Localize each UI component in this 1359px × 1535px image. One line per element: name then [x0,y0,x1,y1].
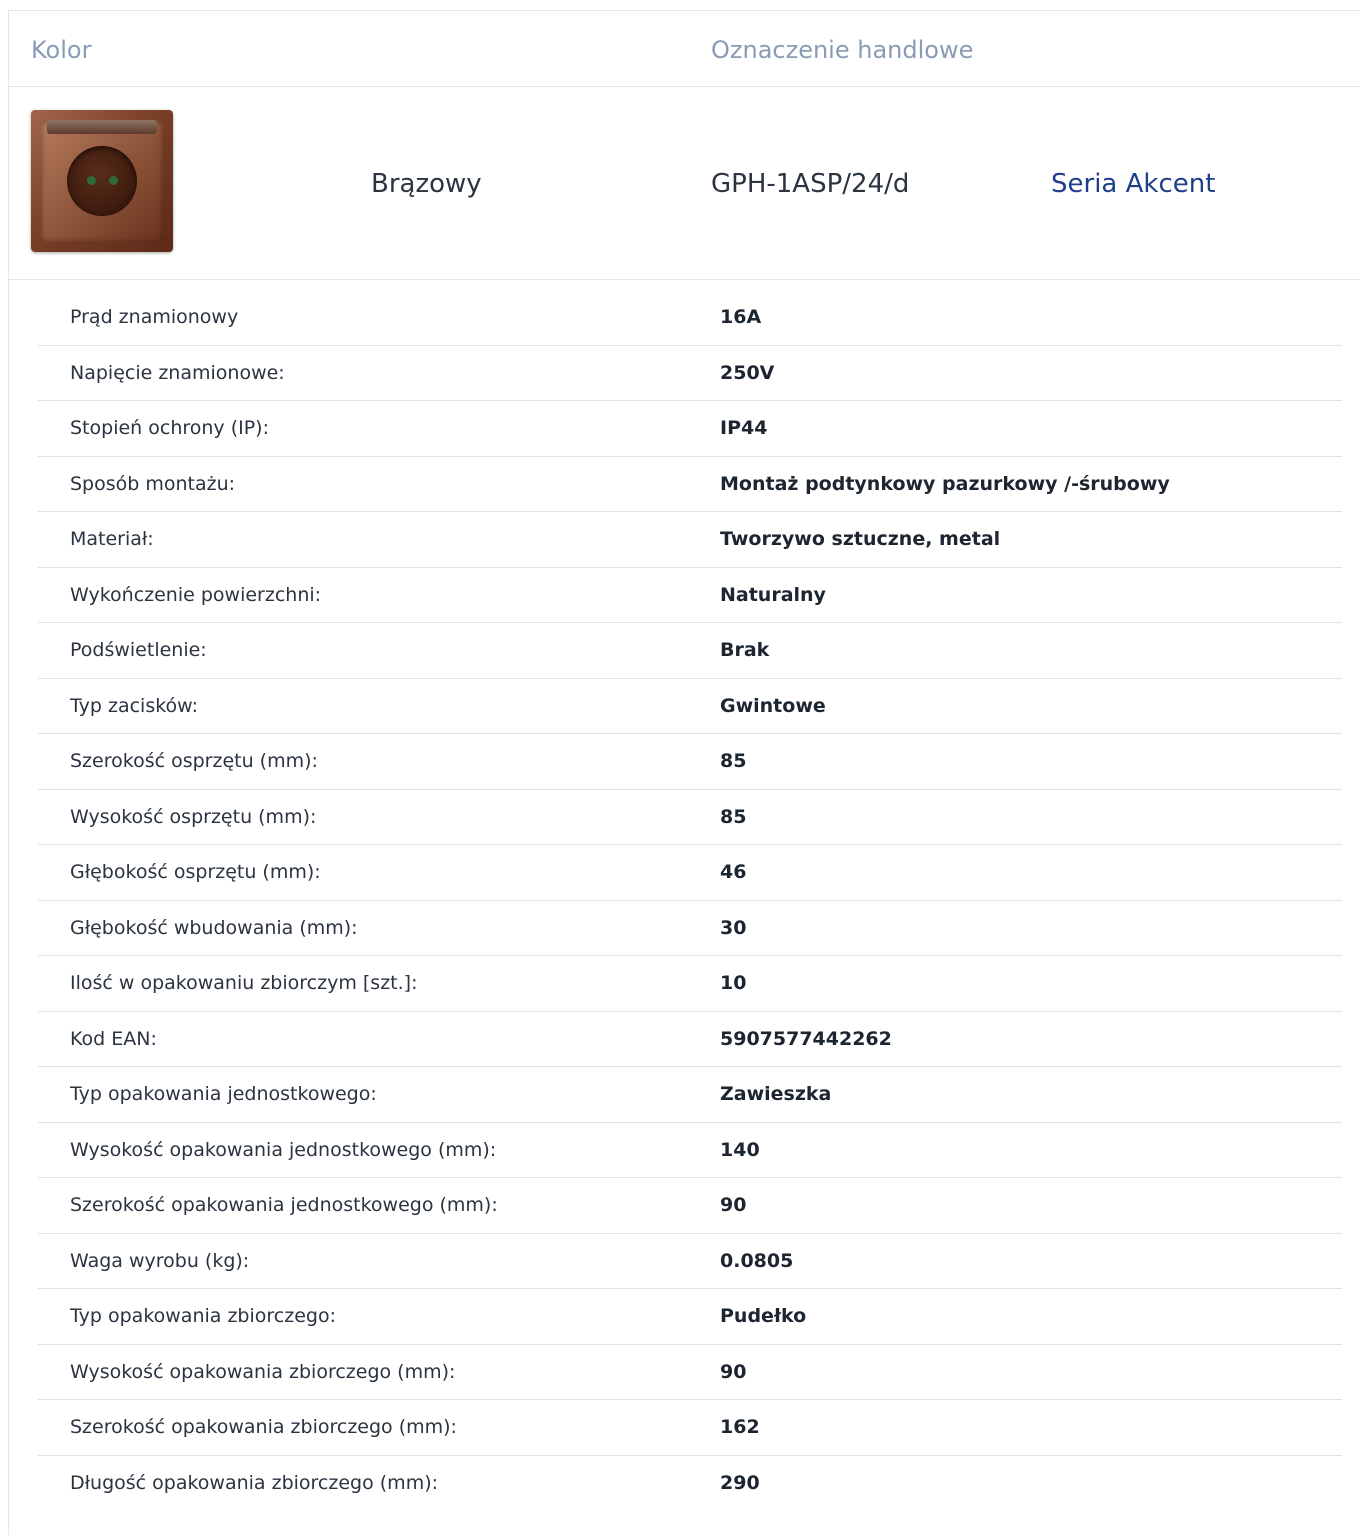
spec-row: Sposób montażu: Montaż podtynkowy pazurko… [38,457,1342,512]
spec-label: Prąd znamionowy [70,306,239,328]
spec-label: Szerokość opakowania jednostkowego (mm): [70,1194,498,1216]
spec-row: Szerokość osprzętu (mm): 85 [38,734,1342,790]
spec-value: Montaż podtynkowy pazurkowy /-śrubowy [720,472,1170,495]
spec-label: Typ opakowania jednostkowego: [70,1083,377,1105]
spec-row: Prąd znamionowy 16A [38,290,1342,346]
spec-label: Materiał: [70,528,154,550]
spec-label: Długość opakowania zbiorczego (mm): [70,1471,439,1494]
socket-recess [67,146,137,216]
spec-row: Napięcie znamionowe: 250V [38,346,1342,401]
spec-row: Wysokość opakowania zbiorczego (mm): 90 [38,1345,1342,1400]
spec-value: Gwintowe [720,694,826,717]
spec-label: Typ opakowania zbiorczego: [70,1305,336,1327]
table-header: Kolor Oznaczenie handlowe [9,11,1359,87]
spec-row: Wykończenie powierzchni: Naturalny [38,568,1342,623]
spec-label: Typ zacisków: [70,694,199,717]
spec-label: Waga wyrobu (kg): [70,1249,250,1272]
spec-label: Głębokość wbudowania (mm): [70,916,358,939]
spec-label: Głębokość osprzętu (mm): [70,861,321,883]
spec-label: Wysokość osprzętu (mm): [70,805,317,828]
spec-label: Szerokość opakowania zbiorczego (mm): [70,1416,457,1438]
spec-row: Głębokość wbudowania (mm): 30 [38,901,1342,956]
spec-value: 290 [720,1471,760,1494]
spec-row: Kod EAN: 5907577442262 [38,1012,1342,1067]
spec-row: Szerokość opakowania zbiorczego (mm): 162 [38,1400,1342,1456]
designation-column-header: Oznaczenie handlowe [711,36,974,64]
socket-pin-left [87,176,96,185]
product-row: Brązowy GPH-1ASP/24/d Seria Akcent [9,86,1359,280]
spec-row: Długość opakowania zbiorczego (mm): 290 [38,1456,1342,1512]
spec-label: Kod EAN: [70,1027,157,1050]
spec-label: Podświetlenie: [70,639,207,661]
spec-label: Sposób montażu: [70,472,236,495]
spec-value: 5907577442262 [720,1027,892,1050]
spec-value: 0.0805 [720,1249,794,1272]
spec-row: Podświetlenie: Brak [38,623,1342,679]
spec-row: Głębokość osprzętu (mm): 46 [38,845,1342,901]
spec-row: Typ opakowania zbiorczego: Pudełko [38,1289,1342,1345]
spec-row: Ilość w opakowaniu zbiorczym [szt.]: 10 [38,956,1342,1012]
spec-value: 10 [720,972,747,994]
spec-row: Wysokość osprzętu (mm): 85 [38,790,1342,845]
socket-pin-right [109,176,118,185]
spec-value: 16A [720,306,762,328]
product-thumbnail-image [31,110,173,252]
spec-value: 30 [720,916,747,939]
spec-label: Szerokość osprzętu (mm): [70,750,318,772]
spec-row: Wysokość opakowania jednostkowego (mm): 1… [38,1123,1342,1178]
spec-row: Typ opakowania jednostkowego: Zawieszka [38,1067,1342,1123]
spec-value: 90 [720,1194,747,1216]
spec-value: Pudełko [720,1305,807,1327]
spec-value: 85 [720,805,747,828]
spec-row: Typ zacisków: Gwintowe [38,679,1342,734]
spec-row: Waga wyrobu (kg): 0.0805 [38,1234,1342,1289]
spec-value: 250V [720,361,775,384]
spec-row: Stopień ochrony (IP): IP44 [38,401,1342,457]
series-link[interactable]: Seria Akcent [1051,169,1215,199]
spec-label: Stopień ochrony (IP): [70,417,269,439]
spec-value: 90 [720,1360,747,1383]
spec-row: Szerokość opakowania jednostkowego (mm):… [38,1178,1342,1234]
spec-value: 140 [720,1138,760,1161]
color-column-header: Kolor [31,36,92,64]
spec-value: 85 [720,750,747,772]
spec-value: IP44 [720,417,768,439]
spec-label: Ilość w opakowaniu zbiorczym [szt.]: [70,972,418,994]
spec-value: 46 [720,861,747,883]
spec-label: Wysokość opakowania zbiorczego (mm): [70,1360,456,1383]
spec-value: Naturalny [720,583,826,606]
spec-value: Tworzywo sztuczne, metal [720,528,1001,550]
socket-lid [47,120,157,134]
spec-label: Wysokość opakowania jednostkowego (mm): [70,1138,497,1161]
spec-value: 162 [720,1416,760,1438]
spec-row: Materiał: Tworzywo sztuczne, metal [38,512,1342,568]
spec-table: Prąd znamionowy 16A Napięcie znamionowe: 25… [38,290,1342,1511]
spec-label: Wykończenie powierzchni: [70,583,322,606]
spec-label: Napięcie znamionowe: [70,361,285,384]
spec-value: Brak [720,639,770,661]
product-color-name: Brązowy [371,169,482,199]
product-code: GPH-1ASP/24/d [711,169,910,199]
spec-value: Zawieszka [720,1083,832,1105]
